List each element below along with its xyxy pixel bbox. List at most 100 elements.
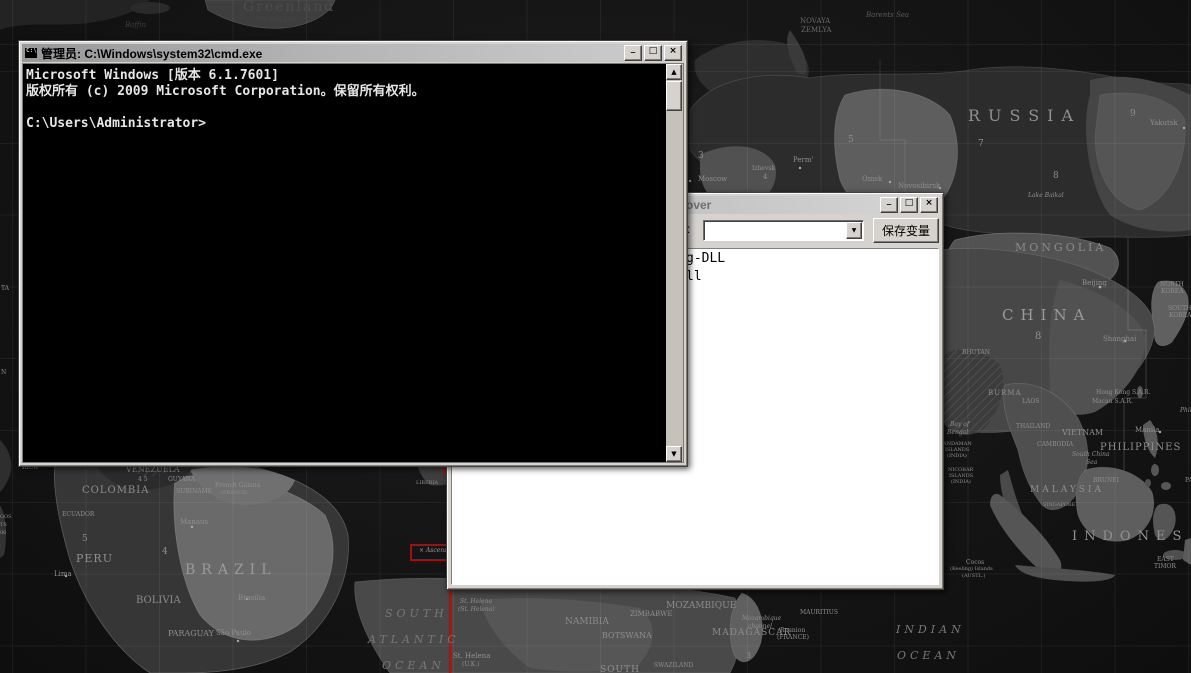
list-item-fragment[interactable]: g-DLL xyxy=(686,251,725,267)
map-label: Hong Kong S.A.R. xyxy=(1096,390,1150,396)
map-label: BHUTAN xyxy=(962,350,990,356)
map-label: 9 xyxy=(1130,110,1136,119)
console-area[interactable]: Microsoft Windows [版本 6.1.7601]版权所有 (c) … xyxy=(22,63,684,463)
map-label: PARAGUAY xyxy=(168,630,214,638)
map-label: (INDIA) xyxy=(947,454,967,459)
map-label: Novosibirsk xyxy=(898,183,940,190)
map-label: N xyxy=(1,370,6,376)
map-label: Phil xyxy=(1180,408,1191,414)
map-label: 7 xyxy=(978,140,984,149)
map-label: Lake Baikal xyxy=(1028,193,1064,199)
map-label: NAMIBIA xyxy=(565,618,609,627)
map-label: VIETNAM xyxy=(1062,429,1103,437)
map-label: ZEMLYA xyxy=(801,27,831,34)
map-label: SINGAPORE xyxy=(1043,503,1075,508)
map-label: 8 xyxy=(1035,332,1041,342)
console-line xyxy=(26,100,663,116)
minimize-button[interactable]: _ xyxy=(624,45,642,61)
close-button[interactable]: × xyxy=(664,45,682,61)
map-label: GOS xyxy=(0,515,12,520)
map-label: (DENMARK) xyxy=(255,17,300,24)
tool-window-title: over xyxy=(686,198,711,212)
map-label: TS xyxy=(0,523,7,528)
scroll-up-button[interactable]: ▲ xyxy=(666,64,682,80)
map-label: BRUNEI xyxy=(1093,478,1119,484)
list-item-fragment[interactable]: ll xyxy=(686,269,702,285)
cmd-icon: C:\ xyxy=(24,47,38,59)
map-label: BOTSWANA xyxy=(602,632,652,640)
scrollbar-thumb[interactable] xyxy=(666,81,682,111)
map-label: Manila xyxy=(1135,427,1160,434)
console-line: 版权所有 (c) 2009 Microsoft Corporation。保留所有… xyxy=(26,84,663,100)
map-label: Mozambique xyxy=(742,616,781,622)
map-label: MONGOLIA xyxy=(1015,242,1106,253)
map-label: 4 5 xyxy=(138,477,148,483)
map-label: (INDIA) xyxy=(951,480,971,485)
map-label: Perm' xyxy=(793,157,813,164)
map-label: Sea xyxy=(1086,460,1097,466)
map-label: (Keeling) Islands xyxy=(950,567,993,572)
map-label: BURMA xyxy=(988,390,1022,397)
map-label: MAURITIUS xyxy=(800,610,838,616)
map-label: ECUADOR xyxy=(62,512,94,518)
close-button[interactable]: × xyxy=(920,197,938,213)
map-label: RUSSIA xyxy=(968,108,1081,124)
map-label: St. Helena xyxy=(453,653,490,660)
map-label: (U.K.) xyxy=(462,662,479,668)
map-label: LAOS xyxy=(1022,399,1039,405)
map-label: channel xyxy=(748,624,772,630)
map-label: SOUTH xyxy=(600,666,640,673)
minimize-button[interactable]: _ xyxy=(880,197,898,213)
map-label: PA xyxy=(1185,478,1191,484)
map-label: (FRANCE) xyxy=(221,491,248,496)
map-label: MALAYSIA xyxy=(1030,486,1104,495)
map-label: Moscow xyxy=(698,176,727,183)
map-label: 4 xyxy=(763,174,767,181)
map-label: Lima xyxy=(54,571,72,578)
map-label: Omsk xyxy=(862,176,882,183)
map-label: GUYANA xyxy=(168,477,195,483)
map-label: NOVAYA xyxy=(800,18,830,25)
map-label: 8 xyxy=(1053,172,1059,181)
map-label: St. Helena xyxy=(460,599,492,605)
maximize-button[interactable]: □ xyxy=(644,45,662,61)
map-label: SWAZILAND xyxy=(654,663,693,669)
map-label: ATLANTIC xyxy=(368,634,460,645)
map-label: Brasilia xyxy=(238,595,265,602)
maximize-button[interactable]: □ xyxy=(900,197,918,213)
map-label: SOUTH xyxy=(385,608,448,619)
map-label: TIMOR xyxy=(1154,564,1176,570)
map-label: SURINAME xyxy=(176,489,212,495)
map-label: Izhevsk xyxy=(752,166,775,172)
map-label: VENEZUELA xyxy=(126,466,180,474)
map-label: KOREA xyxy=(1169,313,1191,319)
map-label: 3 xyxy=(698,152,704,161)
map-label: Macau S.A.R. xyxy=(1092,399,1133,405)
map-label: ZIMBABWE xyxy=(630,611,672,618)
console-scrollbar[interactable]: ▲ ▼ xyxy=(666,64,683,462)
cmd-window: C:\ 管理员: C:\Windows\system32\cmd.exe _ □… xyxy=(18,40,688,467)
map-label: CAMBODIA xyxy=(1037,442,1073,448)
map-label: Barents Sea xyxy=(866,12,909,19)
map-label: LIBERIA xyxy=(416,481,438,486)
map-label: 06 xyxy=(0,531,6,536)
cmd-window-title: 管理员: C:\Windows\system32\cmd.exe xyxy=(41,45,622,62)
scroll-down-button[interactable]: ▼ xyxy=(666,446,682,462)
map-label: PERU xyxy=(76,553,113,564)
cmd-titlebar[interactable]: C:\ 管理员: C:\Windows\system32\cmd.exe _ □… xyxy=(22,44,684,62)
chevron-down-icon[interactable]: ▼ xyxy=(846,222,862,239)
map-label: Bay of xyxy=(950,422,969,428)
map-label: São Paulo xyxy=(216,630,251,637)
map-label: Greenland xyxy=(243,0,335,14)
save-variable-button[interactable]: 保存变量 xyxy=(873,218,939,243)
map-label: BRAZIL xyxy=(185,563,277,577)
variable-combobox[interactable]: ▼ xyxy=(703,220,864,241)
map-label: Bengal xyxy=(947,430,968,436)
map-label: (St. Helena) xyxy=(458,607,495,613)
map-label: CHINA xyxy=(1002,308,1091,323)
map-label: Shanghai xyxy=(1103,336,1136,343)
map-label: Yakutsk xyxy=(1150,120,1178,127)
map-label: 3 xyxy=(746,652,751,660)
map-label: 5 xyxy=(82,535,88,544)
map-label: MADAGASCAR xyxy=(712,629,791,638)
